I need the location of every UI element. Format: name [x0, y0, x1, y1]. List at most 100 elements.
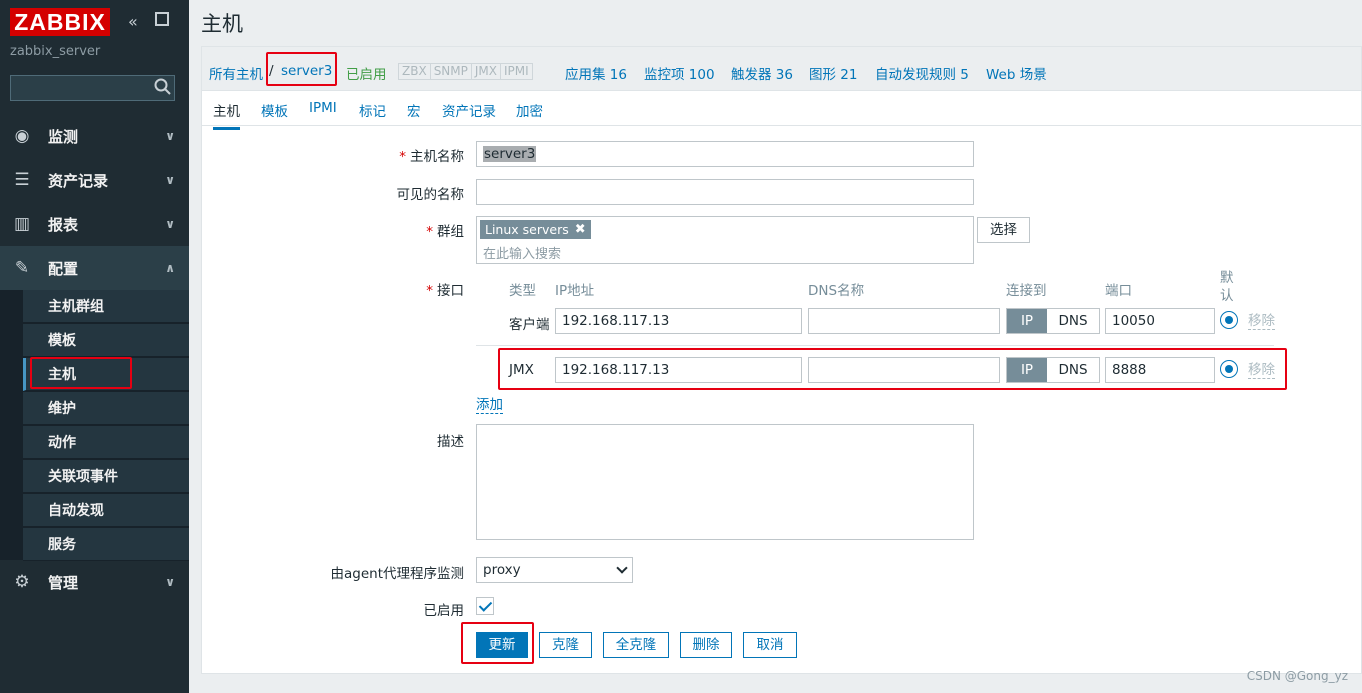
description-label: 描述 — [437, 434, 464, 450]
link-discovery-rules[interactable]: 自动发现规则 5 — [875, 63, 969, 83]
submenu-event-correlation[interactable]: 关联项事件 — [23, 460, 189, 493]
nav-monitoring-label: 监测 — [48, 127, 79, 146]
tab-host[interactable]: 主机 — [213, 100, 240, 130]
group-chip-label: Linux servers — [485, 222, 569, 237]
nav-inventory-label: 资产记录 — [48, 171, 109, 190]
chevron-down-icon: ∨ — [165, 129, 175, 143]
zabbix-logo[interactable]: ZABBIX — [10, 8, 110, 36]
description-textarea[interactable] — [476, 424, 974, 540]
server-name: zabbix_server — [10, 44, 101, 59]
link-triggers[interactable]: 触发器 36 — [731, 63, 793, 83]
submenu-services[interactable]: 服务 — [23, 528, 189, 561]
bar-chart-icon: ▥ — [13, 214, 31, 234]
tab-inventory[interactable]: 资产记录 — [442, 100, 496, 120]
iface-type-agent: 客户端 — [509, 317, 550, 333]
connect-dns-option[interactable]: DNS — [1047, 309, 1099, 333]
submenu-discovery[interactable]: 自动发现 — [23, 494, 189, 527]
proxy-select[interactable]: proxy — [476, 557, 633, 583]
sidebar: ZABBIX « zabbix_server ◉ 监测 ∨ ☰ 资产记录 ∨ ▥… — [0, 0, 189, 693]
submenu-host-groups[interactable]: 主机群组 — [23, 290, 189, 323]
submenu-templates[interactable]: 模板 — [23, 324, 189, 357]
proxy-label: 由agent代理程序监测 — [330, 566, 465, 582]
groups-label: * 群组 — [426, 224, 464, 240]
link-items[interactable]: 监控项 100 — [644, 63, 715, 83]
tab-macros[interactable]: 宏 — [407, 100, 421, 120]
tab-tags[interactable]: 标记 — [359, 100, 386, 120]
link-applications[interactable]: 应用集 16 — [565, 63, 627, 83]
select-groups-button[interactable]: 选择 — [977, 217, 1030, 243]
nav-monitoring[interactable]: ◉ 监测 ∨ — [0, 114, 189, 158]
interfaces-label: * 接口 — [426, 283, 464, 299]
chevron-down-icon: ∨ — [165, 217, 175, 231]
breadcrumb-all-hosts[interactable]: 所有主机 — [209, 63, 263, 83]
iface-header-ip: IP地址 — [555, 283, 595, 299]
remove-chip-icon[interactable]: ✖ — [575, 222, 586, 237]
iface-agent-connect-toggle[interactable]: IP DNS — [1006, 308, 1100, 334]
iface-agent-ip-field[interactable]: 192.168.117.13 — [555, 308, 802, 334]
submenu-actions[interactable]: 动作 — [23, 426, 189, 459]
nav-configuration-label: 配置 — [48, 259, 79, 278]
group-chip: Linux servers ✖ — [480, 220, 591, 239]
link-web-scenarios[interactable]: Web 场景 — [986, 63, 1047, 83]
hostname-field[interactable]: server3 — [476, 141, 974, 167]
iface-agent-port-field[interactable]: 10050 — [1105, 308, 1215, 334]
iface-header-port: 端口 — [1105, 283, 1132, 299]
groups-multiselect[interactable]: Linux servers ✖ 在此输入搜索 — [476, 216, 974, 264]
search-icon[interactable] — [154, 78, 172, 96]
chevron-down-icon: ∨ — [165, 575, 175, 589]
iface-header-type: 类型 — [509, 283, 536, 299]
iface-divider — [476, 345, 1274, 346]
nav-reports[interactable]: ▥ 报表 ∨ — [0, 202, 189, 246]
wrench-icon: ✎ — [14, 258, 30, 278]
sidebar-search-input[interactable] — [10, 75, 175, 101]
visible-name-label: 可见的名称 — [396, 187, 465, 203]
availability-ipmi: IPMI — [504, 64, 529, 78]
page-title: 主机 — [201, 12, 243, 36]
highlight-update-button — [461, 622, 534, 664]
nav-administration-label: 管理 — [48, 573, 79, 592]
watermark: CSDN @Gong_yz — [1246, 669, 1348, 683]
nav-inventory[interactable]: ☰ 资产记录 ∨ — [0, 158, 189, 202]
link-graphs[interactable]: 图形 21 — [809, 63, 857, 83]
iface-agent-dns-field[interactable] — [808, 308, 1000, 334]
chevron-down-icon: ∨ — [165, 173, 175, 187]
visible-name-field[interactable] — [476, 179, 974, 205]
add-interface-link[interactable]: 添加 — [476, 398, 503, 414]
iface-agent-default-radio[interactable] — [1220, 311, 1238, 329]
tab-ipmi[interactable]: IPMI — [309, 100, 337, 116]
nav-configuration[interactable]: ✎ 配置 ∧ — [0, 246, 189, 290]
chevron-up-icon: ∧ — [165, 261, 175, 275]
availability-zbx: ZBX — [399, 64, 431, 79]
highlight-hosts-submenu — [30, 357, 132, 389]
cancel-button[interactable]: 取消 — [743, 632, 797, 658]
kiosk-mode-icon[interactable] — [155, 12, 169, 26]
hostname-label: * 主机名称 — [399, 149, 464, 165]
host-breadcrumb-bar: 所有主机 / server3 已启用 ZBX SNMP JMX IPMI 应用集… — [202, 47, 1361, 91]
groups-search-placeholder[interactable]: 在此输入搜索 — [483, 243, 561, 262]
iface-header-default: 默认 — [1220, 270, 1234, 304]
host-status-enabled[interactable]: 已启用 — [346, 63, 387, 83]
delete-button[interactable]: 删除 — [680, 632, 732, 658]
tab-templates[interactable]: 模板 — [261, 100, 288, 120]
enabled-checkbox[interactable] — [476, 597, 494, 615]
availability-badges: ZBX SNMP JMX IPMI — [398, 63, 533, 80]
connect-ip-option[interactable]: IP — [1007, 309, 1047, 333]
full-clone-button[interactable]: 全克隆 — [603, 632, 669, 658]
nav-administration[interactable]: ⚙ 管理 ∨ — [0, 560, 189, 604]
highlight-jmx-interface — [498, 348, 1287, 390]
configuration-submenu: 主机群组 模板 主机 维护 动作 关联项事件 自动发现 服务 — [0, 290, 189, 561]
chevron-down-icon — [616, 562, 628, 574]
availability-snmp: SNMP — [431, 64, 472, 79]
submenu-maintenance[interactable]: 维护 — [23, 392, 189, 425]
list-icon: ☰ — [14, 170, 30, 190]
enabled-label: 已启用 — [423, 603, 465, 619]
form-tabs: 主机 模板 IPMI 标记 宏 资产记录 加密 — [202, 92, 1361, 130]
availability-jmx: JMX — [472, 64, 501, 79]
tab-encryption[interactable]: 加密 — [516, 100, 543, 120]
clone-button[interactable]: 克隆 — [539, 632, 592, 658]
nav-reports-label: 报表 — [48, 215, 79, 234]
gear-icon: ⚙ — [14, 572, 30, 592]
iface-agent-remove-link[interactable]: 移除 — [1248, 314, 1275, 330]
highlight-breadcrumb-host — [266, 52, 337, 86]
collapse-sidebar-icon[interactable]: « — [128, 12, 138, 31]
